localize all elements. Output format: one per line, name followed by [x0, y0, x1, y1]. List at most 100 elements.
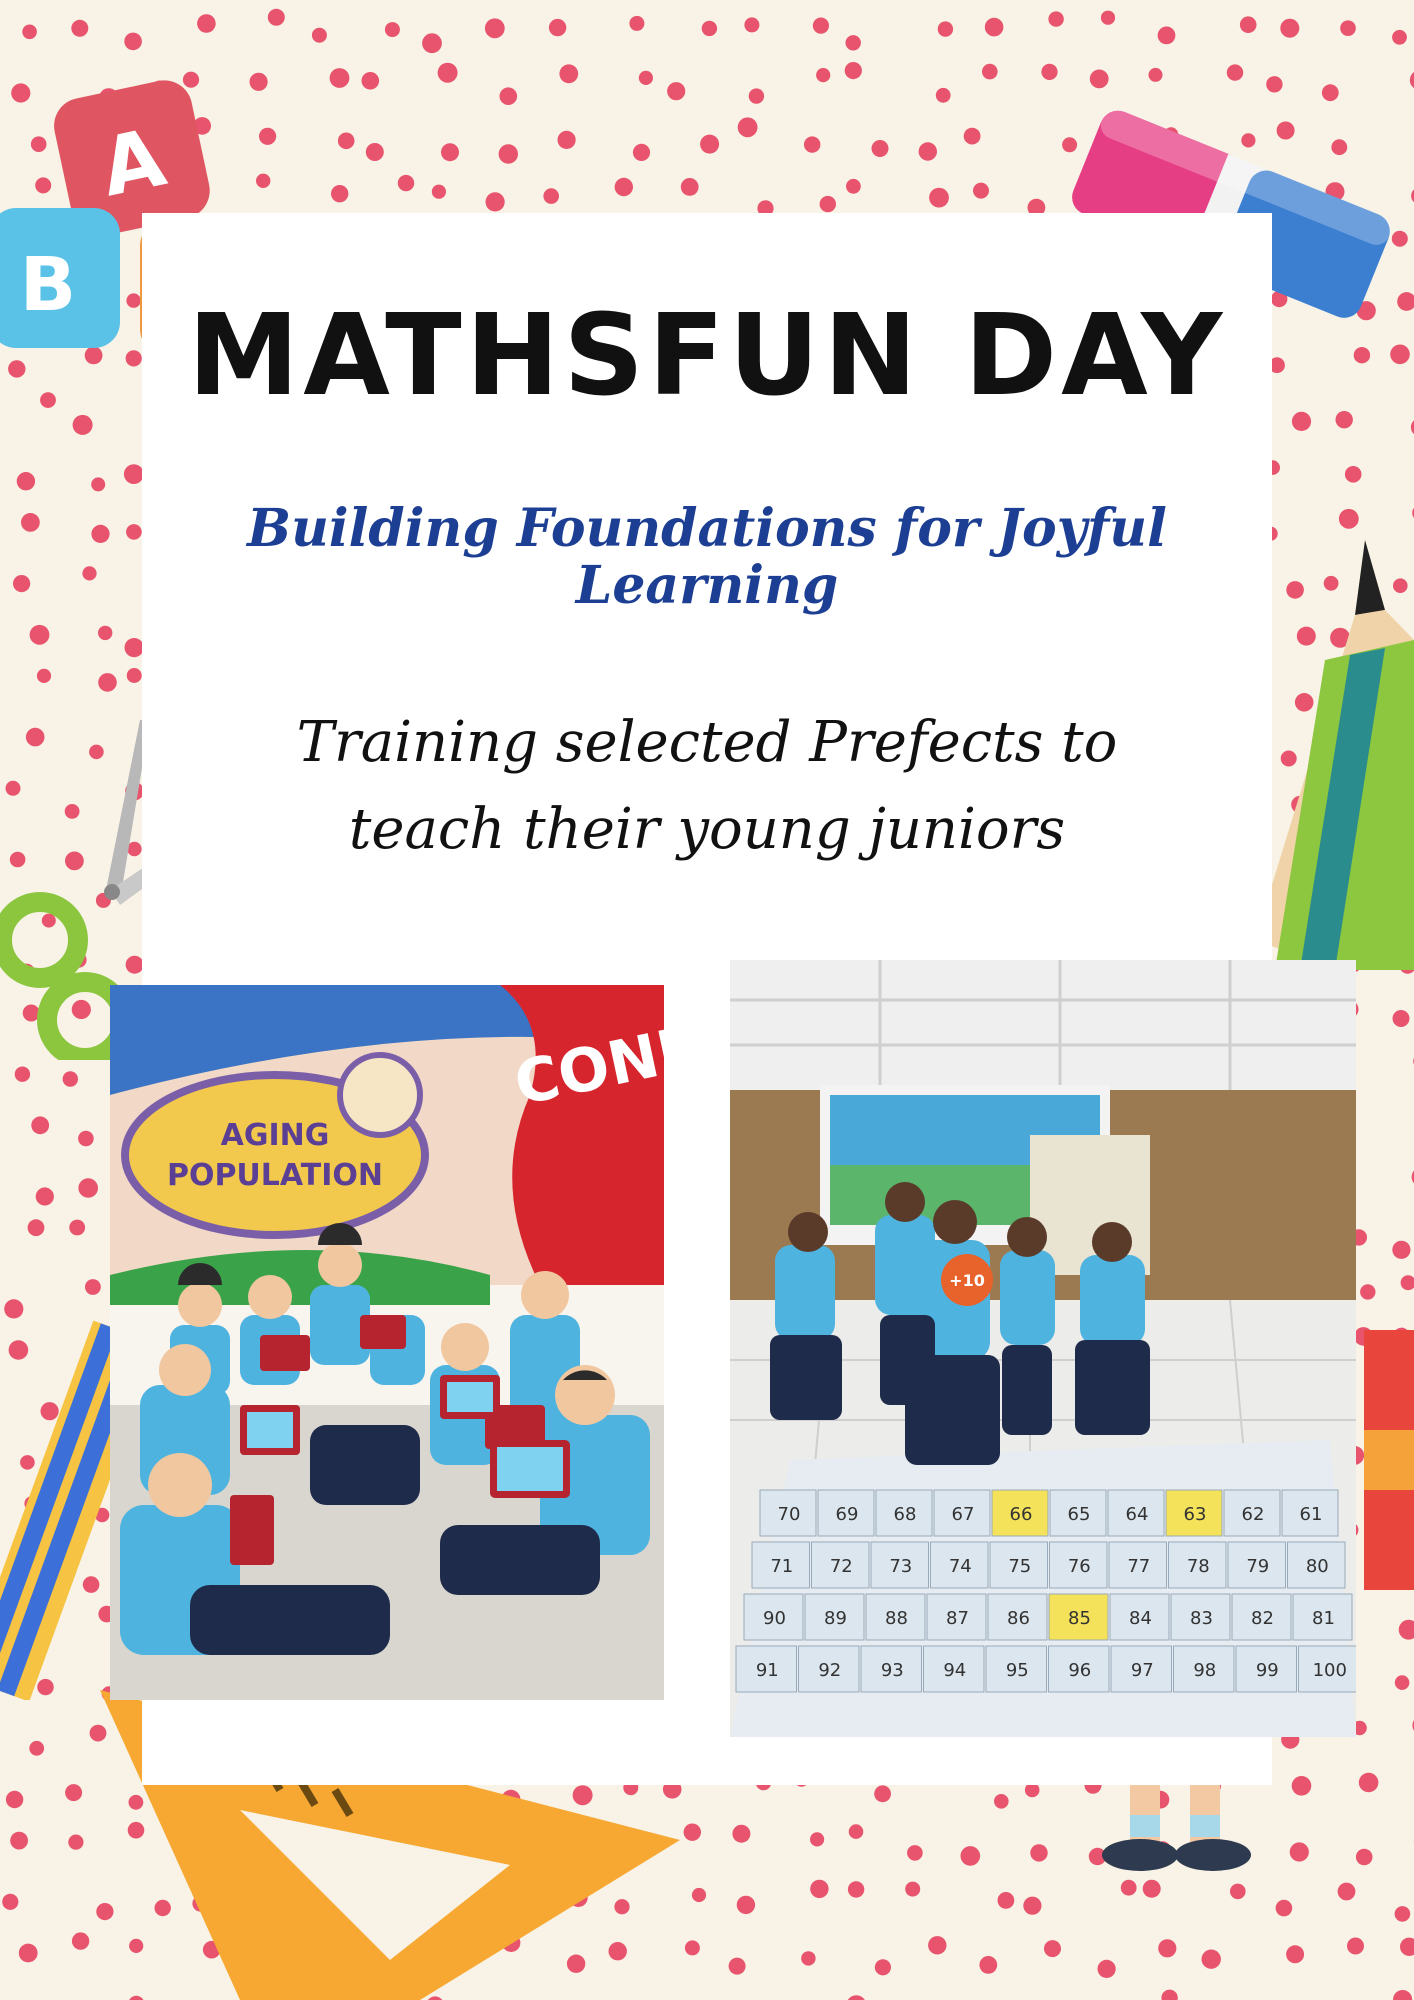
polka-dot	[548, 18, 567, 37]
polka-dot	[31, 1116, 50, 1135]
polka-dot	[1100, 10, 1116, 25]
board-number: 71	[770, 1556, 793, 1577]
polka-dot	[846, 178, 861, 194]
polka-dot	[1291, 1776, 1312, 1796]
board-number: 88	[885, 1608, 908, 1629]
polka-dot	[21, 513, 40, 532]
polka-dot	[126, 668, 142, 683]
polka-dot	[728, 1957, 746, 1975]
crayon-decoration	[0, 1320, 120, 1700]
polka-dot	[78, 1178, 98, 1198]
polka-dot	[810, 1832, 825, 1847]
polka-dot	[1226, 64, 1244, 81]
board-number: 68	[894, 1504, 917, 1525]
polka-dot	[22, 24, 37, 40]
polka-dot	[124, 638, 144, 658]
polka-dot	[667, 82, 686, 101]
polka-dot	[384, 22, 400, 38]
polka-dot	[78, 1130, 94, 1147]
polka-dot	[484, 18, 505, 39]
board-number: 77	[1127, 1556, 1150, 1577]
polka-dot	[979, 1956, 998, 1974]
board-number: 64	[1126, 1504, 1149, 1525]
polka-dot	[1041, 63, 1058, 80]
polka-dot	[1157, 26, 1176, 45]
board-number: 94	[943, 1660, 966, 1681]
photo-snakes-and-ladders-board: 70 69 68 67 66 65 64 63 62 61 71 72 73 74 75 76 77 78 79 80…	[730, 960, 1356, 1737]
polka-dot	[82, 566, 97, 581]
polka-dot	[543, 188, 559, 204]
polka-dot	[1394, 1675, 1410, 1690]
polka-dot	[27, 1219, 45, 1237]
board-number: 98	[1193, 1660, 1216, 1681]
polka-dot	[1161, 1989, 1178, 2000]
polka-dot	[737, 117, 758, 138]
polka-dot	[1030, 1844, 1048, 1862]
poster-subtitle: Building Foundations for Joyful Learning	[247, 498, 1167, 617]
polka-dot	[804, 136, 821, 153]
polka-dot	[311, 27, 327, 43]
polka-dot	[72, 414, 93, 435]
board-number: 76	[1068, 1556, 1091, 1577]
polka-dot	[1275, 1899, 1293, 1917]
polka-dot	[5, 1790, 24, 1809]
ball-label: +10	[949, 1271, 985, 1290]
polka-dot	[736, 1895, 756, 1915]
polka-dot	[1337, 1882, 1356, 1901]
polka-dot	[1044, 1940, 1061, 1958]
polka-dot	[960, 1846, 981, 1866]
polka-dot	[397, 174, 415, 192]
board-number: 86	[1007, 1608, 1030, 1629]
polka-dot	[65, 1784, 83, 1802]
polka-dot	[816, 68, 831, 83]
board-number: 80	[1306, 1556, 1329, 1577]
polka-dot	[431, 184, 446, 199]
board-number: 61	[1300, 1504, 1323, 1525]
polka-dot	[1340, 20, 1356, 36]
polka-dot	[1286, 1945, 1305, 1964]
polka-dot	[36, 668, 52, 684]
board-number: 79	[1246, 1556, 1269, 1577]
polka-dot	[812, 17, 830, 34]
polka-dot	[1393, 1990, 1413, 2000]
polka-dot	[16, 472, 36, 491]
polka-dot	[71, 1932, 90, 1950]
aging-sign-line2: POPULATION	[167, 1158, 383, 1193]
board-number: 70	[778, 1504, 801, 1525]
polka-dot	[973, 182, 989, 199]
polka-dot	[844, 62, 862, 80]
poster-description: Training selected Prefects to teach thei…	[142, 700, 1272, 874]
polka-dot	[1358, 1772, 1379, 1793]
polka-dot	[1355, 1848, 1373, 1866]
polka-dot	[638, 70, 654, 85]
polka-dot	[997, 1892, 1015, 1909]
board-number: 74	[949, 1556, 972, 1577]
polka-dot	[874, 1785, 891, 1803]
polka-dot	[85, 1279, 101, 1295]
polka-dot	[68, 1834, 84, 1850]
polka-dot	[1097, 1959, 1116, 1978]
polka-dot	[748, 88, 765, 104]
polka-dot	[559, 64, 579, 84]
polka-dot	[437, 62, 458, 83]
polka-dot	[963, 127, 981, 145]
board-number: 90	[763, 1608, 786, 1629]
polka-dot	[126, 524, 142, 540]
polka-dot	[1280, 18, 1300, 38]
polka-dot	[361, 72, 380, 90]
polka-dot	[1321, 84, 1339, 102]
polka-dot	[847, 1881, 865, 1898]
polka-dot	[1266, 76, 1283, 93]
polka-dot	[928, 1936, 947, 1955]
polka-dot	[557, 130, 576, 149]
polka-dot	[14, 1066, 31, 1082]
polka-dot	[98, 625, 113, 641]
board-number: 95	[1006, 1660, 1029, 1681]
polka-dot	[35, 1187, 54, 1206]
board-number: 84	[1129, 1608, 1152, 1629]
polka-dot	[197, 14, 216, 33]
polka-dot	[1239, 16, 1257, 33]
polka-dot	[329, 68, 350, 88]
board-number: 100	[1313, 1660, 1347, 1681]
board-number: 67	[952, 1504, 975, 1525]
